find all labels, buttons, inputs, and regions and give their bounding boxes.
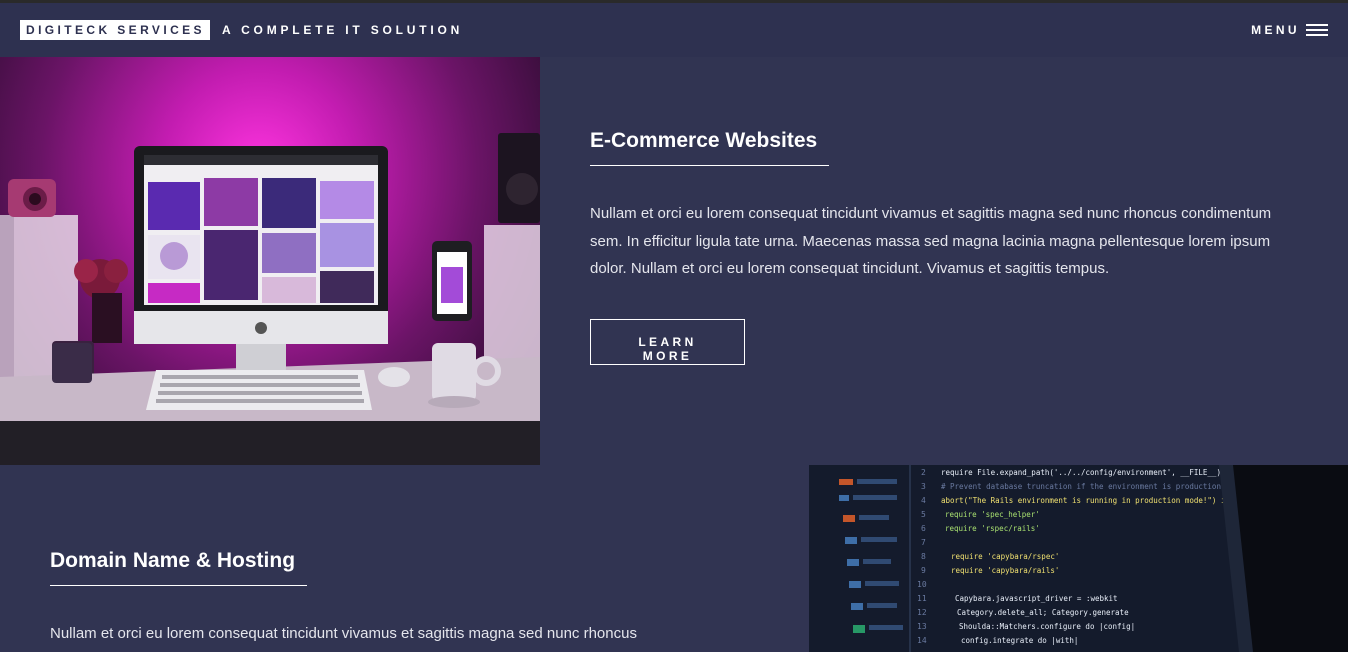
site-logo[interactable]: DIGITECK SERVICES (20, 20, 210, 40)
svg-text:2: 2 (921, 468, 926, 477)
hosting-content: Domain Name & Hosting Nullam et orci eu … (50, 549, 770, 648)
ecommerce-content: E-Commerce Websites Nullam et orci eu lo… (590, 129, 1300, 365)
svg-text:14: 14 (917, 636, 927, 645)
svg-text:3: 3 (921, 482, 926, 491)
code-line: Shoulda::Matchers.configure do |config| (959, 622, 1135, 631)
ecommerce-section: E-Commerce Websites Nullam et orci eu lo… (0, 57, 1348, 465)
code-screen-image: 2 3 4 5 6 7 8 9 10 11 12 13 14 require F… (809, 465, 1348, 652)
site-tagline: A COMPLETE IT SOLUTION (221, 23, 464, 37)
svg-text:6: 6 (921, 524, 926, 533)
section-title: Domain Name & Hosting (50, 549, 308, 586)
learn-more-button[interactable]: LEARN MORE (590, 318, 745, 365)
code-editor-illustration: 2 3 4 5 6 7 8 9 10 11 12 13 14 require F… (809, 465, 1348, 652)
svg-text:11: 11 (917, 594, 927, 603)
desk-setup-illustration (0, 133, 540, 465)
menu-button[interactable]: MENU (1251, 23, 1328, 37)
menu-label: MENU (1251, 23, 1300, 37)
code-line: require 'capybara/rspec' (951, 552, 1059, 561)
site-header: DIGITECK SERVICES A COMPLETE IT SOLUTION… (0, 3, 1348, 57)
svg-text:7: 7 (921, 538, 926, 547)
section-description: Nullam et orci eu lorem consequat tincid… (590, 205, 1272, 277)
code-line: config.integrate do |with| (961, 636, 1078, 645)
hamburger-icon (1306, 24, 1328, 36)
hosting-section: Domain Name & Hosting Nullam et orci eu … (0, 465, 1348, 652)
svg-text:4: 4 (921, 496, 926, 505)
code-line: # Prevent database truncation if the env… (941, 482, 1221, 491)
code-line: require 'spec_helper' (945, 510, 1040, 519)
svg-text:13: 13 (917, 622, 927, 631)
code-line: require 'rspec/rails' (945, 524, 1040, 533)
section-title: E-Commerce Websites (590, 129, 830, 166)
section-description: Nullam et orci eu lorem consequat tincid… (50, 625, 637, 642)
svg-text:12: 12 (917, 608, 927, 617)
svg-text:10: 10 (917, 580, 927, 589)
code-line: Category.delete_all; Category.generate (957, 608, 1129, 617)
svg-text:8: 8 (921, 552, 926, 561)
code-line: require File.expand_path('../../config/e… (941, 468, 1221, 477)
code-line: Capybara.javascript_driver = :webkit (955, 594, 1118, 603)
code-line: require 'capybara/rails' (951, 566, 1059, 575)
desk-setup-image (0, 57, 540, 465)
svg-text:5: 5 (921, 510, 926, 519)
svg-text:9: 9 (921, 566, 926, 575)
